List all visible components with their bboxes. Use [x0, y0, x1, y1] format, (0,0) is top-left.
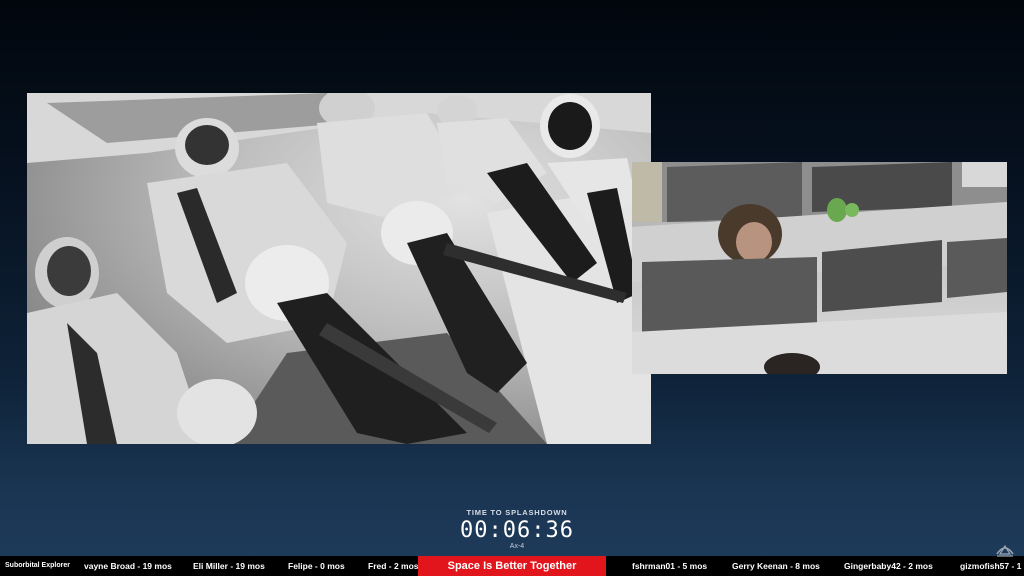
ticker-item: Gerry Keenan - 8 mos	[732, 561, 820, 571]
ticker-item: gizmofish57 - 1	[960, 561, 1022, 571]
mission-control-feed	[632, 162, 1007, 374]
mission-name: Ax-4	[509, 543, 525, 550]
ticker-item: Gingerbaby42 - 2 mos	[844, 561, 933, 571]
ticker-banner: Space Is Better Together	[418, 556, 606, 576]
mission-control-illustration	[632, 162, 1007, 374]
countdown-timer: 00:06:36	[460, 518, 574, 543]
countdown-label: TIME TO SPLASHDOWN	[466, 508, 568, 517]
ticker-item: vayne Broad - 19 mos	[84, 561, 172, 571]
ticker-item: Fred - 2 mos	[368, 561, 419, 571]
ticker-item: Felipe - 0 mos	[288, 561, 345, 571]
ticker-tier-label: Suborbital Explorer	[0, 556, 80, 576]
spacex-logo-icon	[994, 540, 1016, 558]
capsule-interior-illustration	[27, 93, 651, 444]
ticker-item: fshrman01 - 5 mos	[632, 561, 708, 571]
capsule-camera-feed	[27, 93, 651, 444]
ticker-item: Eli Miller - 19 mos	[193, 561, 265, 571]
splashdown-countdown: TIME TO SPLASHDOWN 00:06:36 Ax-4	[412, 508, 622, 550]
